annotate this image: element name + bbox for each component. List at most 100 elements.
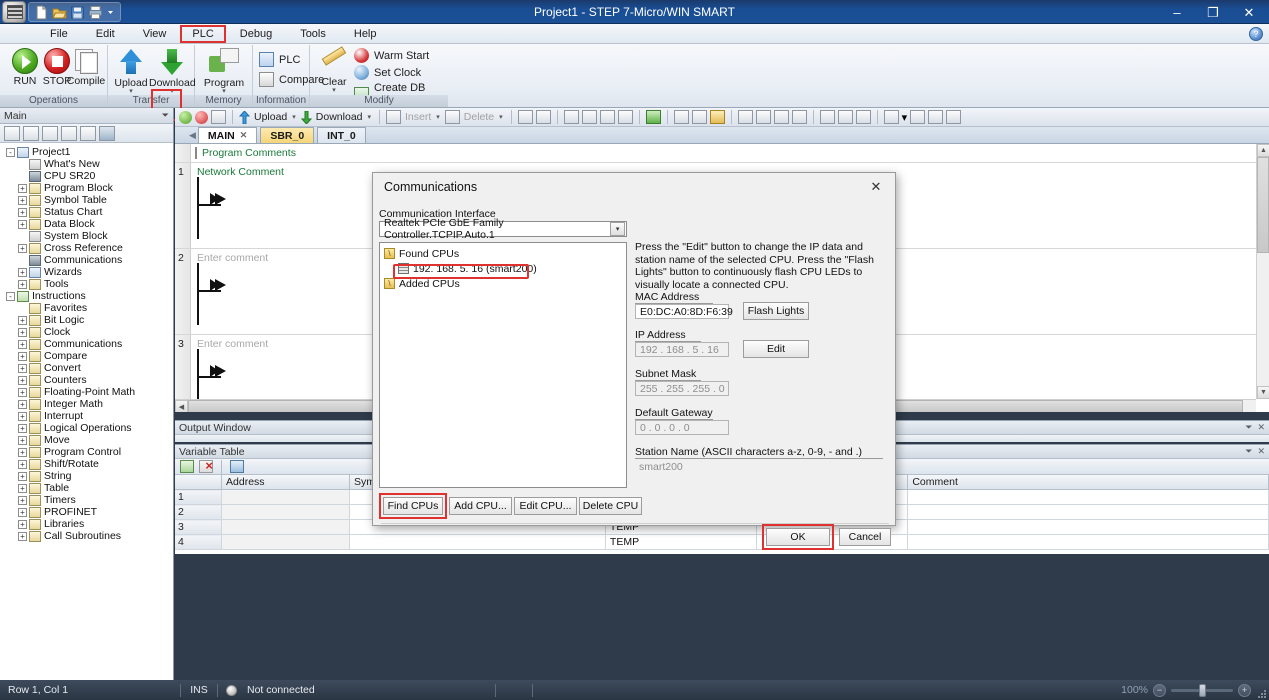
tree-item-program-block[interactable]: + Program Block bbox=[2, 182, 173, 194]
insert-up-icon[interactable] bbox=[773, 110, 789, 124]
variable-table-cell-var_type[interactable]: TEMP bbox=[605, 534, 758, 550]
tree-expander-icon[interactable]: + bbox=[18, 435, 27, 445]
plc-info-button[interactable]: PLC bbox=[259, 52, 300, 67]
tree-expander-icon[interactable]: + bbox=[18, 471, 27, 481]
tree-item-project1[interactable]: - Project1 bbox=[2, 146, 173, 158]
menu-view[interactable]: View bbox=[129, 25, 181, 43]
tree-item-symbol-table[interactable]: + Symbol Table bbox=[2, 194, 173, 206]
edit-button[interactable]: Edit bbox=[743, 340, 809, 358]
variable-table-cell-symbol[interactable] bbox=[349, 534, 606, 550]
lock-pou-icon[interactable] bbox=[691, 110, 707, 124]
variable-table-cell-address[interactable] bbox=[221, 519, 350, 535]
variable-table-cell-comment[interactable] bbox=[907, 534, 1269, 550]
tree-expander-icon[interactable]: + bbox=[18, 183, 27, 193]
tree-item-system-block[interactable]: System Block bbox=[2, 230, 173, 242]
communication-interface-combo[interactable]: Realtek PCIe GbE Family Controller.TCPIP… bbox=[379, 217, 627, 241]
tree-item-convert[interactable]: + Convert bbox=[2, 362, 173, 374]
compile-toolbar-icon[interactable] bbox=[645, 110, 661, 124]
toolbar-run-icon[interactable] bbox=[179, 110, 192, 124]
network-1-comment[interactable]: Network Comment bbox=[197, 166, 284, 178]
delete-cpu-button[interactable]: Delete CPU bbox=[579, 497, 642, 515]
zoom-view-icon[interactable] bbox=[883, 110, 899, 124]
insert-right-icon[interactable] bbox=[791, 110, 807, 124]
close-button[interactable]: ✕ bbox=[1231, 0, 1267, 24]
tree-item-bit-logic[interactable]: + Bit Logic bbox=[2, 314, 173, 326]
tree-expander-icon[interactable]: - bbox=[6, 147, 15, 157]
menu-tools[interactable]: Tools bbox=[286, 25, 340, 43]
tree-item-table[interactable]: + Table bbox=[2, 482, 173, 494]
tree-expander-icon[interactable]: + bbox=[18, 531, 27, 541]
toggle-symbolic-addressing-icon[interactable] bbox=[517, 110, 533, 124]
tree-expander-icon[interactable]: + bbox=[18, 351, 27, 361]
tree-expander-icon[interactable]: + bbox=[18, 483, 27, 493]
tree-expander-icon[interactable]: + bbox=[18, 495, 27, 505]
tree-item-tools[interactable]: + Tools bbox=[2, 278, 173, 290]
lock-project-icon[interactable] bbox=[673, 110, 689, 124]
toolbar-upload-button[interactable]: Upload ▾ bbox=[239, 110, 298, 124]
toolbar-download-button[interactable]: Download ▾ bbox=[300, 110, 373, 124]
tree-item-wizards[interactable]: + Wizards bbox=[2, 266, 173, 278]
tree-expander-icon[interactable]: + bbox=[18, 411, 27, 421]
toolbar-upload-caret-icon[interactable]: ▾ bbox=[292, 113, 296, 121]
tree-item-what-s-new[interactable]: What's New bbox=[2, 158, 173, 170]
insert-branch-icon[interactable] bbox=[737, 110, 753, 124]
tab-scroll-left-icon[interactable]: ◀ bbox=[189, 130, 196, 141]
variable-table-cell-comment[interactable] bbox=[907, 504, 1269, 520]
tab-sbr0[interactable]: SBR_0 bbox=[260, 127, 315, 143]
tree-item-cpu-sr20[interactable]: CPU SR20 bbox=[2, 170, 173, 182]
tree-item-status-chart[interactable]: + Status Chart bbox=[2, 206, 173, 218]
tree-item-interrupt[interactable]: + Interrupt bbox=[2, 410, 173, 422]
tree-item-communications[interactable]: + Communications bbox=[2, 338, 173, 350]
upload-dropdown-icon[interactable]: ▾ bbox=[110, 88, 152, 95]
communications-dialog[interactable]: Communications ✕ Communication Interface… bbox=[372, 172, 896, 550]
variable-table-cell-address[interactable] bbox=[221, 489, 350, 505]
tree-item-counters[interactable]: + Counters bbox=[2, 374, 173, 386]
delete-row-icon[interactable] bbox=[199, 458, 213, 473]
menu-help[interactable]: Help bbox=[340, 25, 391, 43]
zoom-slider-thumb[interactable] bbox=[1199, 683, 1206, 697]
add-cpu-button[interactable]: Add CPU... bbox=[449, 497, 512, 515]
edit-network-icon[interactable] bbox=[928, 110, 944, 124]
tree-expander-icon[interactable]: + bbox=[18, 219, 27, 229]
variable-table-close-icon[interactable]: ✕ bbox=[1257, 446, 1265, 457]
variable-table-cell-address[interactable] bbox=[221, 534, 350, 550]
variable-table-column-header[interactable]: Address bbox=[221, 475, 350, 490]
redo-icon[interactable] bbox=[599, 110, 615, 124]
menu-plc[interactable]: PLC bbox=[180, 24, 226, 43]
insert-down-icon[interactable] bbox=[755, 110, 771, 124]
menu-edit[interactable]: Edit bbox=[82, 25, 129, 43]
output-window-pin-icon[interactable]: ⏷ bbox=[1245, 422, 1252, 433]
symbol-table-tool-icon[interactable] bbox=[23, 125, 39, 141]
status-chart-tool-icon[interactable] bbox=[42, 125, 58, 141]
box-instruction-icon[interactable] bbox=[855, 110, 871, 124]
tree-item-program-control[interactable]: + Program Control bbox=[2, 446, 173, 458]
tree-expander-icon[interactable]: + bbox=[18, 399, 27, 409]
tree-item-cross-reference[interactable]: + Cross Reference bbox=[2, 242, 173, 254]
toolbar-download-caret-icon[interactable]: ▾ bbox=[368, 113, 372, 121]
tab-main-close-icon[interactable]: ✕ bbox=[240, 130, 248, 141]
tree-item-floating-point-math[interactable]: + Floating-Point Math bbox=[2, 386, 173, 398]
output-window-close-icon[interactable]: ✕ bbox=[1257, 422, 1265, 433]
variable-table-column-header[interactable] bbox=[175, 475, 223, 490]
tree-item-favorites[interactable]: Favorites bbox=[2, 302, 173, 314]
toggle-symbol-table-icon[interactable] bbox=[535, 110, 551, 124]
tree-expander-icon[interactable]: + bbox=[18, 363, 27, 373]
tree-expander-icon[interactable]: + bbox=[18, 279, 27, 289]
program-status-icon[interactable] bbox=[946, 110, 962, 124]
tree-expander-icon[interactable]: + bbox=[18, 267, 27, 277]
tree-expander-icon[interactable]: + bbox=[18, 423, 27, 433]
cross-reference-tool-icon[interactable] bbox=[80, 125, 96, 141]
network-3-comment[interactable]: Enter comment bbox=[197, 338, 268, 350]
program-dropdown-icon[interactable]: ▾ bbox=[199, 88, 249, 95]
minimize-button[interactable]: – bbox=[1159, 0, 1195, 24]
tree-item-move[interactable]: + Move bbox=[2, 434, 173, 446]
tree-expander-icon[interactable]: + bbox=[18, 519, 27, 529]
zoom-in-button[interactable]: + bbox=[1238, 683, 1251, 697]
contact-no-icon[interactable] bbox=[819, 110, 835, 124]
help-icon[interactable]: ? bbox=[1249, 27, 1263, 41]
tree-item-profinet[interactable]: + PROFINET bbox=[2, 506, 173, 518]
ok-button[interactable]: OK bbox=[766, 528, 830, 546]
zoom-slider-track[interactable] bbox=[1171, 683, 1233, 697]
tree-expander-icon[interactable]: + bbox=[18, 315, 27, 325]
tree-item-logical-operations[interactable]: + Logical Operations bbox=[2, 422, 173, 434]
